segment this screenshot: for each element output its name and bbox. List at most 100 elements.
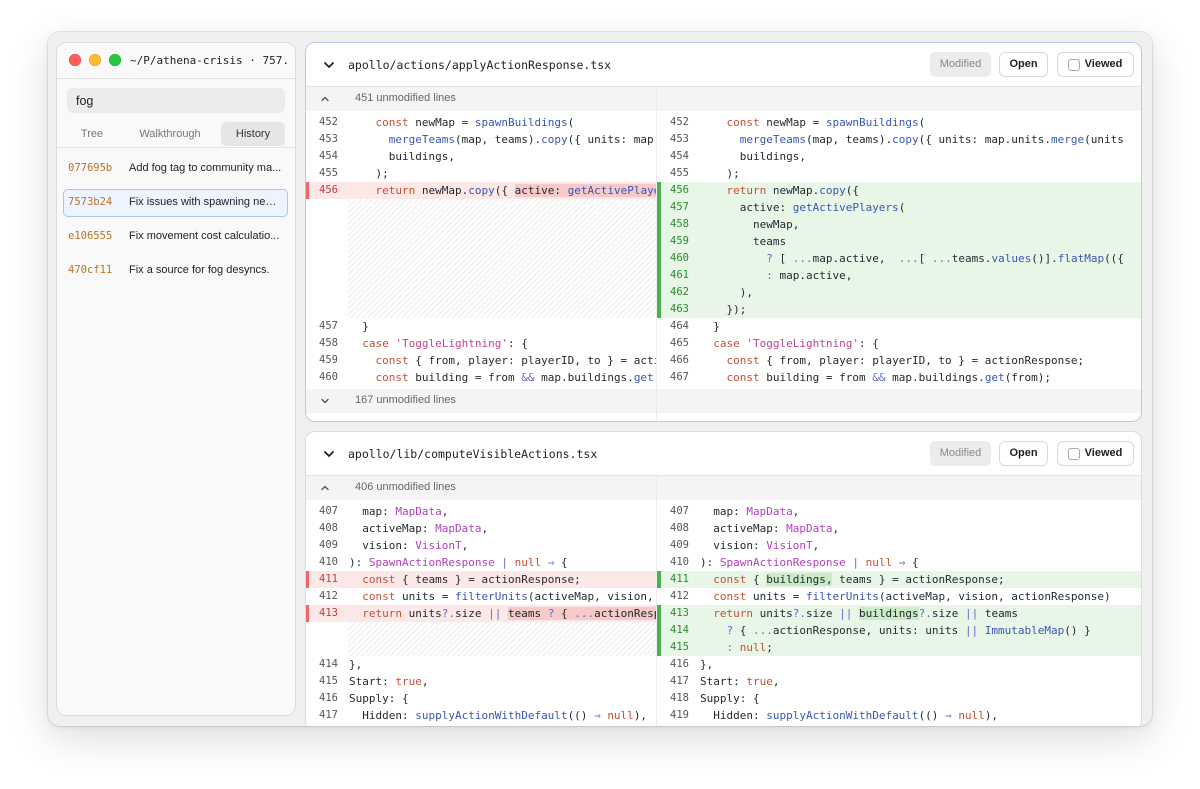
code-line: 453 mergeTeams(map, teams).copy({ units:… xyxy=(306,131,657,148)
line-number: 453 xyxy=(319,133,338,145)
empty-line xyxy=(306,216,657,233)
commit-item[interactable]: 077695b Add fog tag to community ma... xyxy=(63,155,288,183)
code-line: 465 case 'ToggleLightning': { xyxy=(657,335,1141,352)
unmodified-lines-fold[interactable] xyxy=(657,476,1141,500)
added-line: 463 }); xyxy=(657,301,1141,318)
commit-item[interactable]: e106555 Fix movement cost calculatio... xyxy=(63,223,288,251)
line-number: 467 xyxy=(670,371,689,383)
line-number: 415 xyxy=(657,639,699,656)
code-text: mergeTeams(map, teams).copy({ units: map… xyxy=(388,133,657,146)
line-number xyxy=(306,622,348,639)
code-text: map: MapData, xyxy=(700,505,800,518)
added-line: 456 return newMap.copy({ xyxy=(657,182,1141,199)
tab-walkthrough[interactable]: Walkthrough xyxy=(127,122,213,146)
line-number xyxy=(306,199,348,216)
code-line: 455 ); xyxy=(657,165,1141,182)
code-line: 459 const { from, player: playerID, to }… xyxy=(306,352,657,369)
code-text: Supply: { xyxy=(700,692,760,705)
code-text: Start: true, xyxy=(700,675,780,688)
code-text: ), xyxy=(700,286,753,299)
commit-item[interactable]: 470cf11 Fix a source for fog desyncs. xyxy=(63,257,288,285)
code-line: 464 } xyxy=(657,318,1141,335)
line-number: 452 xyxy=(670,116,689,128)
code-text: vision: VisionT, xyxy=(349,539,469,552)
empty-line xyxy=(306,622,657,639)
chevron-down-icon[interactable] xyxy=(323,59,335,71)
line-number: 407 xyxy=(670,505,689,517)
line-number: 454 xyxy=(670,150,689,162)
file-header: apollo/lib/computeVisibleActions.tsx Mod… xyxy=(306,432,1141,476)
empty-line xyxy=(306,233,657,250)
added-line: 462 ), xyxy=(657,284,1141,301)
left-diff-column: 451 unmodified lines 452 const newMap = s… xyxy=(306,87,657,421)
diff-pane: apollo/actions/applyActionResponse.tsx M… xyxy=(305,42,1142,422)
viewed-button[interactable]: Viewed xyxy=(1057,52,1134,77)
line-number: 455 xyxy=(670,167,689,179)
commit-item-selected[interactable]: 7573b24 Fix issues with spawning new ... xyxy=(63,189,288,217)
code-text: return newMap.copy({ xyxy=(726,184,859,197)
line-number: 466 xyxy=(670,354,689,366)
added-line: 458 newMap, xyxy=(657,216,1141,233)
code-line: 412 const units = filterUnits(activeMap,… xyxy=(657,588,1141,605)
code-line: 454 buildings, xyxy=(657,148,1141,165)
chevron-up-icon[interactable] xyxy=(320,483,330,493)
unmodified-lines-fold[interactable]: 167 unmodified lines xyxy=(306,389,657,413)
commit-hash: 7573b24 xyxy=(68,196,113,208)
search-input[interactable] xyxy=(67,88,285,113)
close-window-button[interactable] xyxy=(69,54,81,66)
line-number: 413 xyxy=(657,605,699,622)
unmodified-lines-fold[interactable] xyxy=(657,389,1141,413)
code-text: active: getActivePlayers( xyxy=(700,201,906,214)
chevron-down-icon[interactable] xyxy=(323,448,335,460)
commit-message: Add fog tag to community ma... xyxy=(129,162,282,174)
line-number: 412 xyxy=(670,590,689,602)
code-line: 457 } xyxy=(306,318,657,335)
line-number: 407 xyxy=(319,505,338,517)
commit-message: Fix a source for fog desyncs. xyxy=(129,264,270,276)
unmodified-lines-fold[interactable]: 406 unmodified lines xyxy=(306,476,657,500)
code-line: 409 vision: VisionT, xyxy=(306,537,657,554)
code-text: return units?.size || buildings?.size ||… xyxy=(713,607,1018,620)
file-path: apollo/lib/computeVisibleActions.tsx xyxy=(348,447,598,461)
line-number xyxy=(306,233,348,250)
line-number: 409 xyxy=(319,539,338,551)
zoom-window-button[interactable] xyxy=(109,54,121,66)
line-number xyxy=(306,267,348,284)
code-line: 412 const units = filterUnits(activeMap,… xyxy=(306,588,657,605)
app-window: ~/P/athena-crisis · 757... Tree Walkthro… xyxy=(48,32,1152,726)
line-number: 455 xyxy=(319,167,338,179)
code-text: vision: VisionT, xyxy=(700,539,820,552)
removed-line: 411 const { teams } = actionResponse; xyxy=(306,571,657,588)
viewed-checkbox[interactable] xyxy=(1068,448,1080,460)
line-number: 456 xyxy=(657,182,699,199)
commit-hash: 470cf11 xyxy=(68,264,113,276)
code-text: Supply: { xyxy=(349,692,409,705)
commit-message: Fix movement cost calculatio... xyxy=(129,230,280,242)
line-number: 457 xyxy=(319,320,338,332)
empty-line xyxy=(306,199,657,216)
viewed-button[interactable]: Viewed xyxy=(1057,441,1134,466)
added-line: 413 return units?.size || buildings?.siz… xyxy=(657,605,1141,622)
line-number xyxy=(306,250,348,267)
viewed-checkbox[interactable] xyxy=(1068,59,1080,71)
code-text: const building = from && map.buildings.g… xyxy=(726,371,1052,384)
line-number: 416 xyxy=(670,658,689,670)
chevron-up-icon[interactable] xyxy=(320,94,330,104)
code-line: 417 Hidden: supplyActionWithDefault(() ⇒… xyxy=(306,707,657,724)
tab-tree[interactable]: Tree xyxy=(62,122,122,146)
removed-line: 456 return newMap.copy({ active: getActi… xyxy=(306,182,657,199)
unmodified-lines-fold[interactable] xyxy=(657,87,1141,111)
code-text: const units = filterUnits(activeMap, vis… xyxy=(362,590,654,603)
empty-line xyxy=(306,250,657,267)
open-button[interactable]: Open xyxy=(999,52,1048,77)
open-button[interactable]: Open xyxy=(999,441,1048,466)
chevron-down-icon[interactable] xyxy=(320,396,330,406)
unmodified-lines-fold[interactable]: 451 unmodified lines xyxy=(306,87,657,111)
left-diff-column: 406 unmodified lines 407 map: MapData, 408… xyxy=(306,476,657,726)
line-number: 461 xyxy=(657,267,699,284)
tab-history[interactable]: History xyxy=(221,122,285,146)
code-text: const { teams } = actionResponse; xyxy=(362,573,581,586)
minimize-window-button[interactable] xyxy=(89,54,101,66)
added-line: 461 : map.active, xyxy=(657,267,1141,284)
code-line: 466 const { from, player: playerID, to }… xyxy=(657,352,1141,369)
